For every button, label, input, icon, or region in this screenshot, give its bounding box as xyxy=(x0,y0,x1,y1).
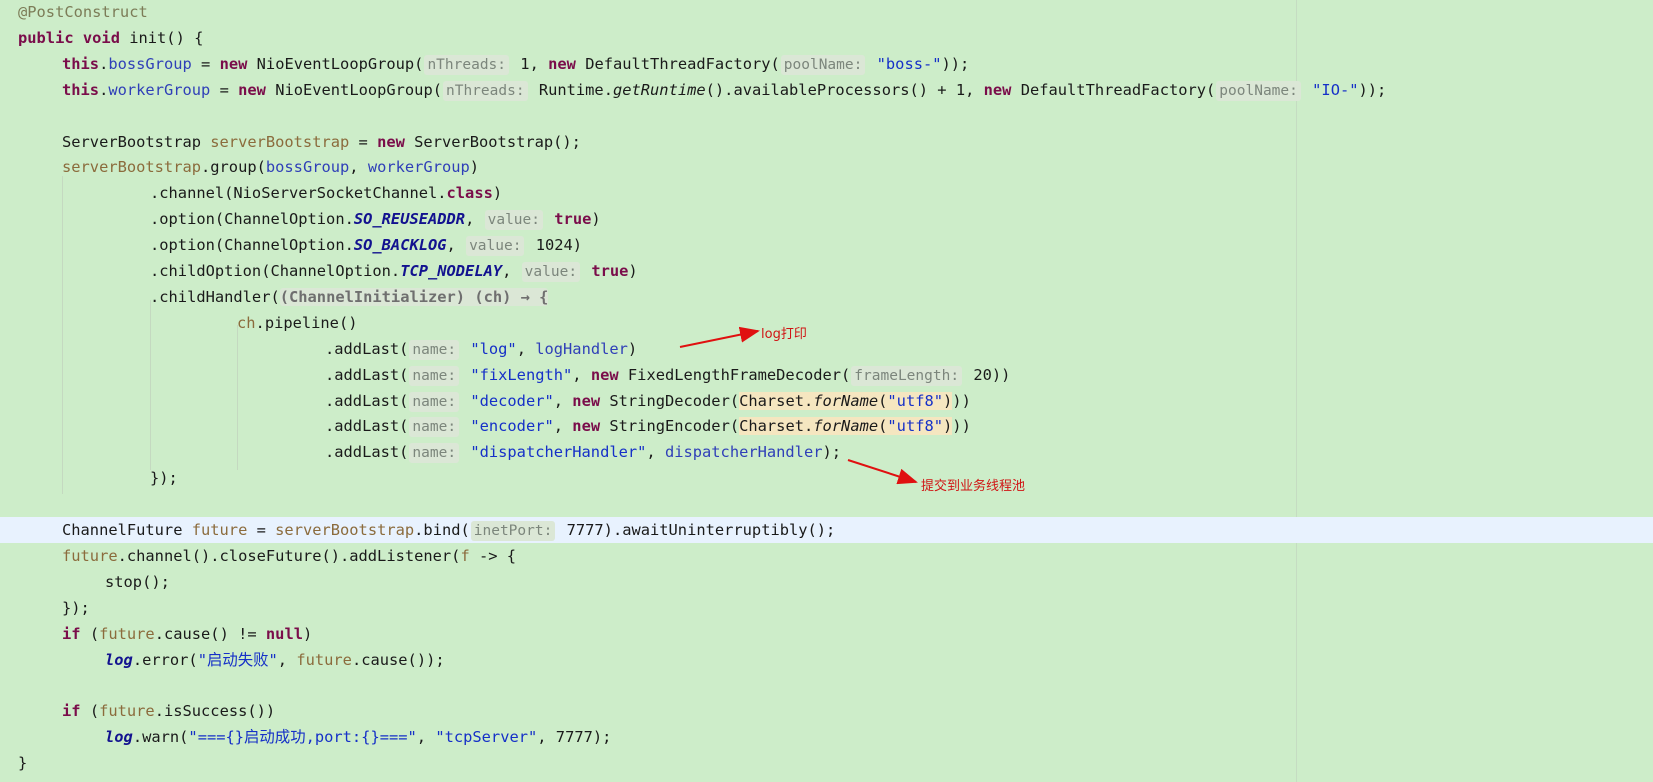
log-arrow xyxy=(679,326,760,348)
dispatch-note: 提交到业务线程池 xyxy=(921,479,1026,494)
annotation-arrows xyxy=(679,326,918,485)
dispatch-arrow xyxy=(847,459,918,485)
log-note: log打印 xyxy=(761,327,807,342)
